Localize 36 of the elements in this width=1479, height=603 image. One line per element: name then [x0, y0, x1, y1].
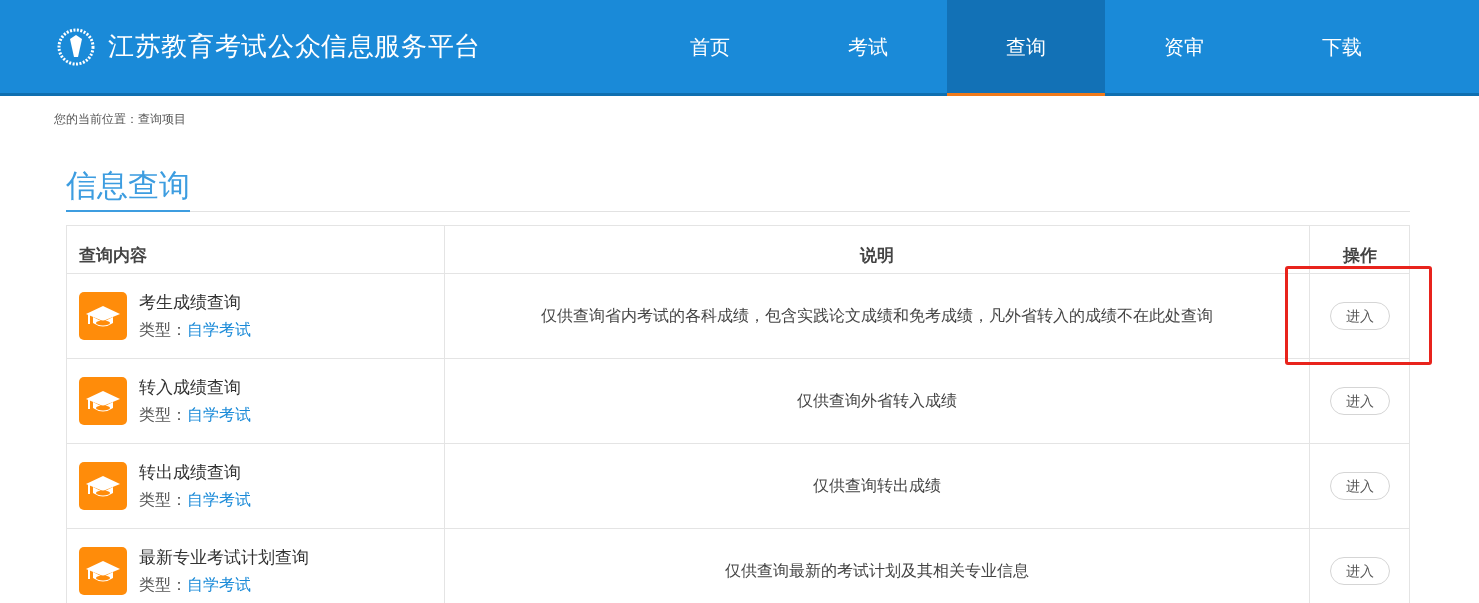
nav-tab[interactable]: 查询: [947, 0, 1105, 96]
description: 仅供查询最新的考试计划及其相关专业信息: [725, 561, 1029, 581]
graduation-cap-icon: [79, 462, 127, 510]
nav-tab[interactable]: 首页: [631, 0, 789, 93]
type-label: 类型：: [139, 319, 187, 340]
query-name: 转入成绩查询: [139, 377, 242, 400]
type-label: 类型：: [139, 404, 187, 425]
column-header: 操作: [1342, 244, 1377, 267]
type-link[interactable]: 自学考试: [187, 317, 251, 342]
nav-tab[interactable]: 考试: [789, 0, 947, 93]
site-title: 江苏教育考试公众信息服务平台: [108, 30, 482, 63]
graduation-cap-icon: [79, 377, 127, 425]
type-link[interactable]: 自学考试: [187, 572, 251, 597]
type-link[interactable]: 自学考试: [187, 402, 251, 427]
graduation-cap-icon: [79, 292, 127, 340]
query-name: 最新专业考试计划查询: [139, 547, 309, 570]
enter-button[interactable]: 进入: [1329, 387, 1390, 415]
type-label: 类型：: [139, 489, 187, 510]
enter-button[interactable]: 进入: [1329, 302, 1390, 330]
nav-tab[interactable]: 资审: [1105, 0, 1263, 93]
column-header: 查询内容: [79, 244, 147, 267]
type-label: 类型：: [139, 574, 187, 595]
query-name: 转出成绩查询: [139, 462, 242, 485]
query-name: 考生成绩查询: [139, 292, 242, 315]
emblem-icon: [56, 26, 96, 67]
enter-button[interactable]: 进入: [1329, 472, 1390, 500]
enter-button[interactable]: 进入: [1329, 557, 1390, 585]
nav-tab[interactable]: 下载: [1263, 0, 1421, 93]
breadcrumb: 您的当前位置：查询项目: [54, 112, 186, 126]
graduation-cap-icon: [79, 547, 127, 595]
description: 仅供查询外省转入成绩: [797, 391, 957, 411]
section-title: 信息查询: [66, 166, 190, 212]
description: 仅供查询转出成绩: [813, 476, 941, 496]
type-link[interactable]: 自学考试: [187, 487, 251, 512]
column-header: 说明: [860, 244, 894, 267]
description: 仅供查询省内考试的各科成绩，包含实践论文成绩和免考成绩，凡外省转入的成绩不在此处查询: [541, 306, 1213, 326]
